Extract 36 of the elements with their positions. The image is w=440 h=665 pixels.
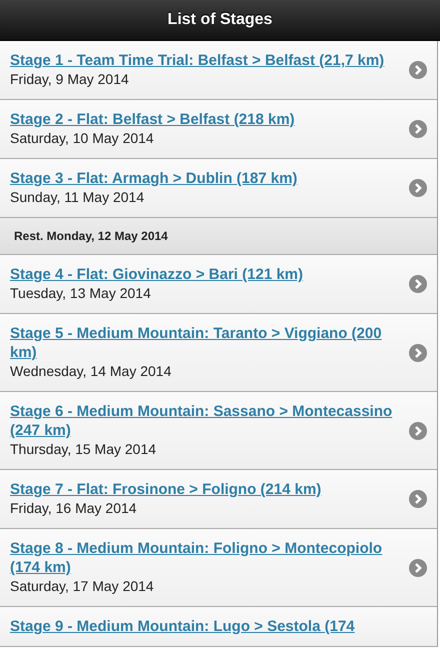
chevron-right-icon <box>409 120 427 138</box>
stage-list-item[interactable]: Stage 6 - Medium Mountain: Sassano > Montecassino (247 km) Thursday, 15 May 2014 <box>0 392 437 470</box>
stage-link[interactable]: Stage 2 - Flat: Belfast > Belfast (218 km) <box>10 110 295 129</box>
chevron-right-icon <box>409 558 427 576</box>
stage-link[interactable]: Stage 3 - Flat: Armagh > Dublin (187 km) <box>10 169 298 188</box>
stage-link[interactable]: Stage 4 - Flat: Giovinazzo > Bari (121 km) <box>10 265 303 284</box>
chevron-right-icon <box>409 61 427 79</box>
stage-date: Friday, 16 May 2014 <box>10 499 137 518</box>
stage-date: Thursday, 15 May 2014 <box>10 440 156 459</box>
stage-date: Friday, 9 May 2014 <box>10 70 129 89</box>
stage-list-item[interactable]: Stage 5 - Medium Mountain: Taranto > Viggiano (200 km) Wednesday, 14 May 2014 <box>0 314 437 392</box>
stage-link[interactable]: Stage 7 - Flat: Frosinone > Foligno (214 km) <box>10 480 322 499</box>
chevron-right-icon <box>409 490 427 508</box>
stage-list-item[interactable]: Stage 4 - Flat: Giovinazzo > Bari (121 km) Tuesday, 13 May 2014 <box>0 255 437 314</box>
stage-list-item[interactable]: Stage 7 - Flat: Frosinone > Foligno (214 km) Friday, 16 May 2014 <box>0 470 437 529</box>
stage-date: Saturday, 10 May 2014 <box>10 129 154 148</box>
stage-link[interactable]: Stage 5 - Medium Mountain: Taranto > Viggiano (200 km) <box>10 324 393 362</box>
divider-label: Rest. Monday, 12 May 2014 <box>14 229 168 243</box>
stage-date: Tuesday, 13 May 2014 <box>10 284 151 303</box>
stage-list-item[interactable]: Stage 9 - Medium Mountain: Lugo > Sestola (174 <box>0 607 437 647</box>
chevron-right-icon <box>409 344 427 362</box>
stage-date: Sunday, 11 May 2014 <box>10 188 144 207</box>
stage-link[interactable]: Stage 1 - Team Time Trial: Belfast > Belfast (21,7 km) <box>10 51 384 70</box>
stage-link[interactable]: Stage 6 - Medium Mountain: Sassano > Montecassino (247 km) <box>10 402 393 440</box>
page-title: List of Stages <box>168 11 272 29</box>
chevron-right-icon <box>409 422 427 440</box>
chevron-right-icon <box>409 275 427 293</box>
stage-link[interactable]: Stage 8 - Medium Mountain: Foligno > Montecopiolo (174 km) <box>10 539 393 577</box>
stage-list-item[interactable]: Stage 1 - Team Time Trial: Belfast > Belfast (21,7 km) Friday, 9 May 2014 <box>0 41 437 100</box>
stage-date: Wednesday, 14 May 2014 <box>10 362 172 381</box>
stage-list-item[interactable]: Stage 2 - Flat: Belfast > Belfast (218 km) Saturday, 10 May 2014 <box>0 100 437 159</box>
stage-date: Saturday, 17 May 2014 <box>10 577 154 596</box>
chevron-right-icon <box>409 179 427 197</box>
stage-link[interactable]: Stage 9 - Medium Mountain: Lugo > Sestola (174 <box>10 617 355 636</box>
stage-list-item[interactable]: Stage 8 - Medium Mountain: Foligno > Montecopiolo (174 km) Saturday, 17 May 2014 <box>0 529 437 607</box>
stage-list-item[interactable]: Stage 3 - Flat: Armagh > Dublin (187 km) Sunday, 11 May 2014 <box>0 159 437 218</box>
